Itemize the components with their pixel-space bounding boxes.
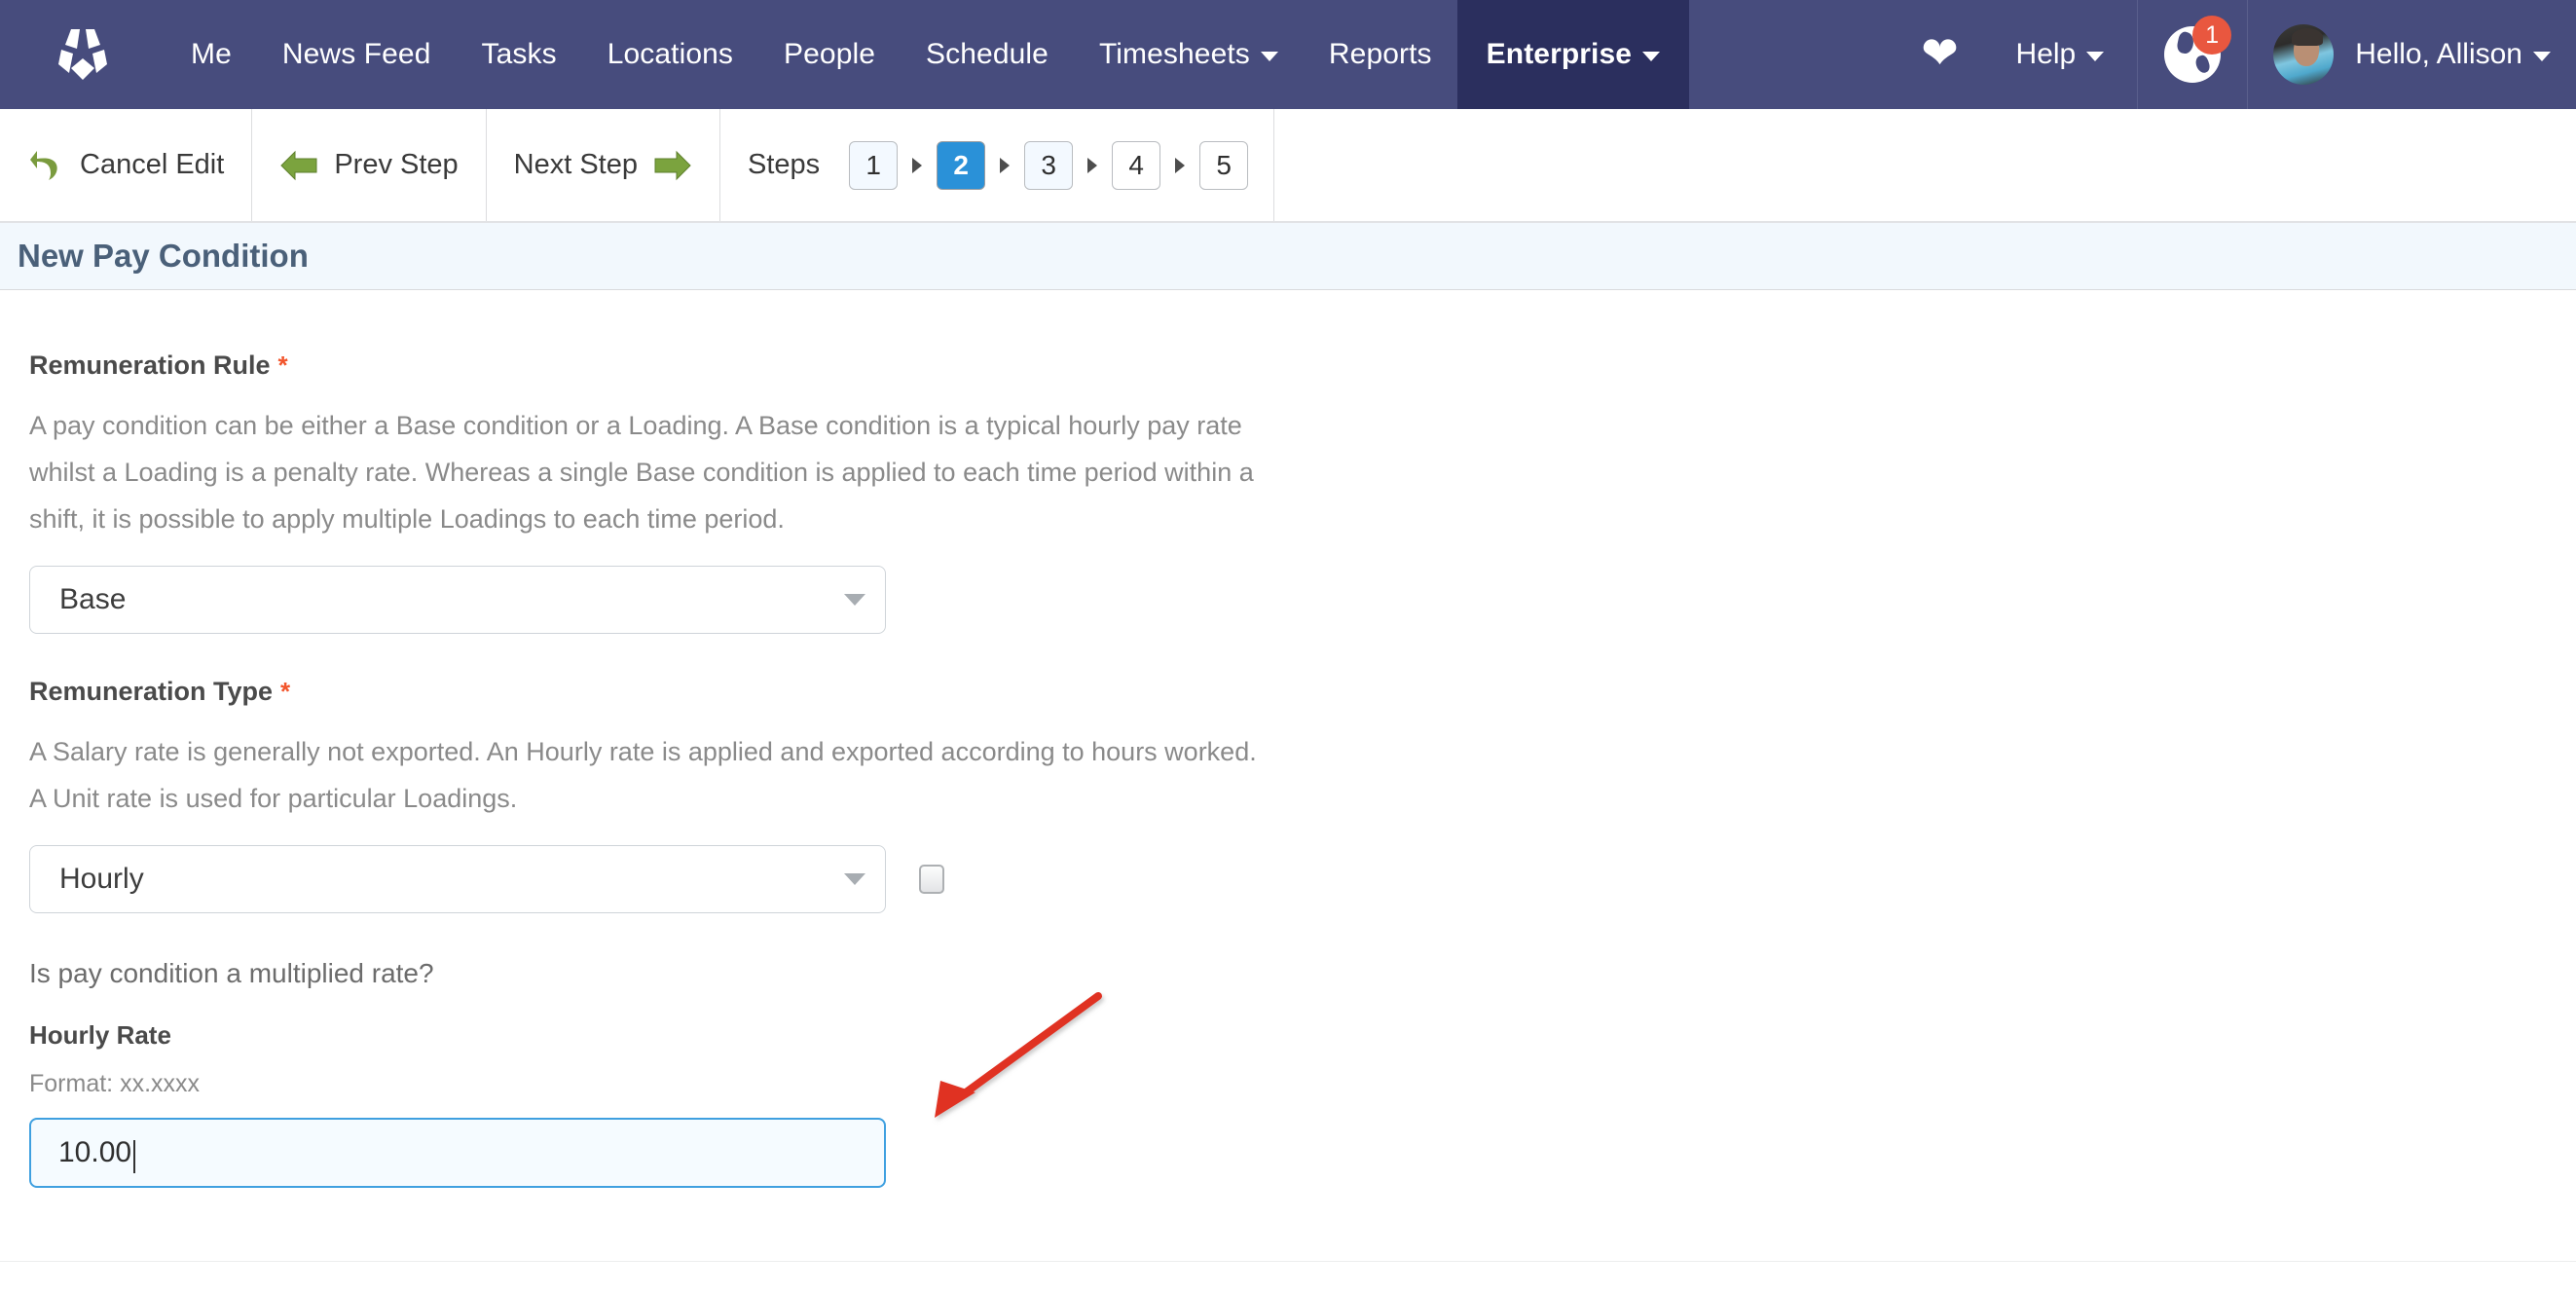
remuneration-rule-select[interactable]: Base: [29, 566, 886, 634]
step-separator-icon: [1087, 157, 1098, 173]
cancel-edit-button[interactable]: Cancel Edit: [0, 109, 253, 221]
hourly-rate-label: Hourly Rate: [29, 1020, 171, 1050]
step-button-1[interactable]: 1: [849, 140, 899, 190]
nav-label: Reports: [1328, 38, 1432, 70]
nav-item-news-feed[interactable]: News Feed: [257, 0, 457, 109]
remuneration-rule-label: Remuneration Rule *: [29, 351, 2576, 381]
step-button-3[interactable]: 3: [1024, 140, 1074, 190]
steps-label: Steps: [748, 149, 821, 180]
multiplied-rate-checkbox[interactable]: [919, 865, 944, 894]
step-separator-icon: [1175, 157, 1186, 173]
step-button-4[interactable]: 4: [1112, 140, 1161, 190]
chevron-down-icon: [2086, 52, 2105, 61]
page-title: New Pay Condition: [18, 238, 309, 274]
label-text: Remuneration Type: [29, 677, 274, 706]
next-step-label: Next Step: [513, 149, 638, 180]
nav-label: Tasks: [481, 38, 557, 70]
select-value: Base: [59, 583, 127, 615]
primary-nav-items: Me News Feed Tasks Locations People Sche…: [166, 0, 1690, 109]
chevron-down-icon: [844, 594, 865, 606]
remuneration-type-row: Hourly: [29, 845, 2576, 913]
wizard-toolbar: Cancel Edit Prev Step Next Step Steps 1 …: [0, 109, 2576, 223]
nav-label: News Feed: [281, 38, 431, 70]
nav-item-people[interactable]: People: [758, 0, 901, 109]
nav-label: Timesheets: [1098, 38, 1250, 70]
cancel-edit-label: Cancel Edit: [80, 149, 225, 180]
help-menu[interactable]: Help: [1999, 0, 2138, 109]
avatar: [2273, 24, 2335, 85]
user-menu[interactable]: Hello, Allison: [2248, 0, 2576, 109]
notification-badge: 1: [2192, 16, 2232, 55]
nav-item-locations[interactable]: Locations: [582, 0, 758, 109]
multiplied-rate-question: Is pay condition a multiplied rate?: [29, 958, 434, 988]
remuneration-type-label: Remuneration Type *: [29, 677, 2576, 707]
app-logo[interactable]: [0, 0, 166, 109]
hourly-rate-format-hint: Format: xx.xxxx: [29, 1070, 201, 1097]
notifications-button[interactable]: 1: [2138, 0, 2247, 109]
remuneration-rule-help: A pay condition can be either a Base con…: [29, 411, 1254, 534]
nav-right-cluster: ❤ Help 1 Hello, Allison: [1882, 0, 2576, 109]
nav-item-me[interactable]: Me: [166, 0, 257, 109]
hourly-rate-value: 10.00: [58, 1136, 132, 1168]
label-text: Remuneration Rule: [29, 351, 271, 380]
undo-arrow-icon: [30, 150, 57, 180]
nav-item-timesheets[interactable]: Timesheets: [1074, 0, 1304, 109]
text-cursor-icon: [133, 1140, 136, 1173]
prev-step-label: Prev Step: [334, 149, 459, 180]
remuneration-type-select[interactable]: Hourly: [29, 845, 886, 913]
favorites-button[interactable]: ❤: [1882, 0, 1999, 109]
nav-item-reports[interactable]: Reports: [1304, 0, 1457, 109]
toolbar-filler: [1274, 109, 2576, 221]
top-navigation-bar: Me News Feed Tasks Locations People Sche…: [0, 0, 2576, 109]
required-marker: *: [280, 677, 291, 706]
chevron-down-icon: [1642, 52, 1661, 61]
nav-item-schedule[interactable]: Schedule: [901, 0, 1074, 109]
hourly-rate-input[interactable]: 10.00: [29, 1118, 886, 1188]
nav-label: Enterprise: [1486, 38, 1633, 70]
prev-step-button[interactable]: Prev Step: [252, 109, 487, 221]
step-separator-icon: [912, 157, 923, 173]
step-button-2[interactable]: 2: [937, 140, 986, 190]
step-separator-icon: [1000, 157, 1011, 173]
nav-item-tasks[interactable]: Tasks: [457, 0, 582, 109]
chevron-down-icon: [2533, 52, 2551, 61]
chevron-down-icon: [844, 873, 865, 885]
pentagon-star-logo-icon: [58, 29, 107, 80]
user-greeting-label: Hello, Allison: [2355, 38, 2522, 70]
nav-item-enterprise[interactable]: Enterprise: [1456, 0, 1690, 109]
next-step-button[interactable]: Next Step: [487, 109, 720, 221]
content-bottom-divider: [0, 1261, 2576, 1262]
nav-label: Locations: [607, 38, 734, 70]
page-title-bar: New Pay Condition: [0, 223, 2576, 290]
select-value: Hourly: [59, 863, 144, 895]
help-label: Help: [2015, 38, 2077, 70]
nav-label: Me: [191, 38, 232, 70]
remuneration-rule-row: Base: [29, 566, 2576, 634]
step-button-5[interactable]: 5: [1199, 140, 1249, 190]
nav-label: People: [784, 38, 876, 70]
heart-icon: ❤: [1921, 27, 1959, 78]
arrow-left-green-icon: [280, 150, 317, 180]
chevron-down-icon: [1260, 52, 1278, 61]
remuneration-type-help: A Salary rate is generally not exported.…: [29, 737, 1257, 813]
steps-indicator: Steps 1 2 3 4 5: [720, 109, 1275, 221]
nav-label: Schedule: [926, 38, 1049, 70]
required-marker: *: [277, 351, 288, 380]
form-content: Remuneration Rule * A pay condition can b…: [0, 290, 2576, 1188]
arrow-right-green-icon: [654, 150, 691, 180]
